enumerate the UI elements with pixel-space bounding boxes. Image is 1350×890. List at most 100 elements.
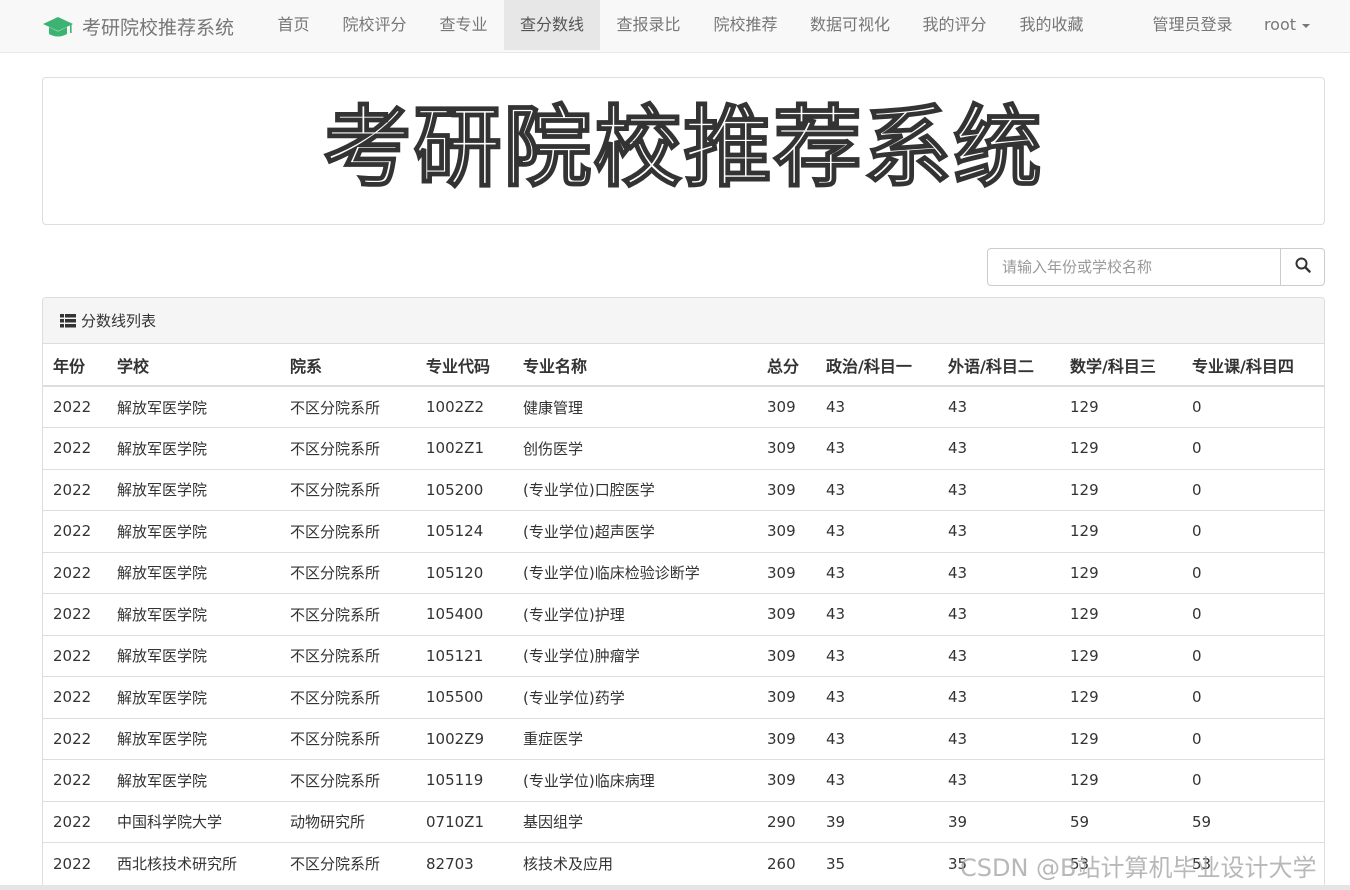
column-header: 院系 [280,344,416,387]
list-icon [60,313,76,328]
table-cell: 动物研究所 [280,800,416,843]
table-cell: 105124 [416,510,513,552]
table-cell: 105400 [416,593,513,635]
table-cell: 129 [1060,634,1182,677]
table-cell: 39 [816,800,938,843]
column-header: 年份 [43,344,107,387]
table-cell: 43 [938,676,1060,718]
table-row: 2022 解放军医学院 不区分院系所 105400 (专业学位)护理 309 43 43 129… [43,593,1324,635]
table-cell: 129 [1060,717,1182,760]
table-cell: 不区分院系所 [280,842,416,884]
table-row: 2022 解放军医学院 不区分院系所 105119 (专业学位)临床病理 309 43 43 1… [43,759,1324,801]
table-cell: 1002Z2 [416,385,513,428]
table-cell: 解放军医学院 [107,717,280,760]
table-cell: 2022 [43,468,107,511]
brand-link[interactable]: 考研院校推荐系统 [42,0,234,53]
table-row: 2022 解放军医学院 不区分院系所 105200 (专业学位)口腔医学 309 43 43 1… [43,468,1324,511]
table-cell: (专业学位)口腔医学 [513,468,757,511]
table-cell: 解放军医学院 [107,759,280,801]
table-cell: 129 [1060,676,1182,718]
search-button[interactable] [1280,248,1325,286]
score-line-panel: 分数线列表 年份 学校 院系 专业代码 专业名称 总分 政治/科目一 外语/科目二 数学/科目三… [42,297,1325,890]
table-cell: 105121 [416,634,513,677]
nav-item-home[interactable]: 首页 [261,0,326,50]
table-cell: 0710Z1 [416,800,513,843]
column-header: 政治/科目一 [816,344,938,387]
table-row: 2022 解放军医学院 不区分院系所 105124 (专业学位)超声医学 309 43 43 1… [43,510,1324,552]
nav-item-school-recommend[interactable]: 院校推荐 [697,0,794,50]
nav-item-my-favorites[interactable]: 我的收藏 [1003,0,1100,50]
nav-item-admission-ratio[interactable]: 查报录比 [600,0,697,50]
table-cell: 0 [1182,510,1324,552]
table-body: 2022 解放军医学院 不区分院系所 1002Z2 健康管理 309 43 43 129 0 202… [43,385,1324,884]
table-cell: (专业学位)临床检验诊断学 [513,551,757,594]
table-cell: 43 [938,468,1060,511]
table-cell: 解放军医学院 [107,427,280,469]
table-cell: 105120 [416,551,513,594]
table-cell: 129 [1060,427,1182,469]
table-cell: 2022 [43,800,107,843]
table-cell: 0 [1182,634,1324,677]
user-dropdown[interactable]: root [1249,0,1325,50]
table-cell: 0 [1182,676,1324,718]
table-cell: 解放军医学院 [107,385,280,428]
table-cell: 43 [816,385,938,428]
table-cell: 129 [1060,468,1182,511]
table-cell: 2022 [43,593,107,635]
table-cell: 59 [1182,800,1324,843]
table-cell: 2022 [43,385,107,428]
table-cell: 2022 [43,551,107,594]
table-cell: 309 [757,385,816,428]
table-cell: 290 [757,800,816,843]
table-cell: 0 [1182,759,1324,801]
table-cell: 43 [938,593,1060,635]
table-row: 2022 中国科学院大学 动物研究所 0710Z1 基因组学 290 39 39 59 59 [43,800,1324,843]
table-cell: 309 [757,551,816,594]
table-cell: 43 [816,510,938,552]
table-cell: 43 [816,427,938,469]
banner-title: 考研院校推荐系统 [322,95,1044,200]
table-cell: 不区分院系所 [280,468,416,511]
table-cell: 309 [757,510,816,552]
nav-item-data-visualization[interactable]: 数据可视化 [794,0,906,50]
table-row: 2022 解放军医学院 不区分院系所 105120 (专业学位)临床检验诊断学 309 43… [43,551,1324,594]
table-cell: 43 [938,385,1060,428]
table-row: 2022 解放军医学院 不区分院系所 1002Z9 重症医学 309 43 43 129 0 [43,717,1324,760]
table-cell: 基因组学 [513,800,757,843]
admin-login-link[interactable]: 管理员登录 [1136,0,1249,50]
column-header: 外语/科目二 [938,344,1060,387]
table-row: 2022 解放军医学院 不区分院系所 105500 (专业学位)药学 309 43 43 129… [43,676,1324,718]
watermark-text: CSDN @B站计算机毕业设计大学 [960,854,1317,882]
table-cell: (专业学位)护理 [513,593,757,635]
table-cell: 43 [816,717,938,760]
nav-item-score-line[interactable]: 查分数线 [504,0,600,50]
search-input[interactable] [987,248,1281,286]
table-cell: 0 [1182,385,1324,428]
nav-item-major-search[interactable]: 查专业 [423,0,504,50]
table-cell: 0 [1182,468,1324,511]
column-header: 专业代码 [416,344,513,387]
table-cell: 129 [1060,759,1182,801]
table-cell: 解放军医学院 [107,468,280,511]
table-cell: 不区分院系所 [280,551,416,594]
table-cell: 1002Z1 [416,427,513,469]
top-navbar: 考研院校推荐系统 首页 院校评分 查专业 查分数线 查报录比 院校推荐 数据可视… [0,0,1350,53]
table-cell: 不区分院系所 [280,676,416,718]
nav-item-my-ratings[interactable]: 我的评分 [906,0,1003,50]
table-cell: 105500 [416,676,513,718]
horizontal-scrollbar[interactable] [0,885,1350,890]
nav-item-school-rating[interactable]: 院校评分 [326,0,423,50]
banner-jumbotron: 考研院校推荐系统 [42,77,1325,225]
table-cell: 2022 [43,676,107,718]
table-cell: 解放军医学院 [107,634,280,677]
table-cell: 0 [1182,717,1324,760]
caret-down-icon [1302,23,1311,28]
table-header-row: 年份 学校 院系 专业代码 专业名称 总分 政治/科目一 外语/科目二 数学/科目三 专业课/科目… [43,344,1324,387]
table-cell: 43 [938,759,1060,801]
table-cell: 不区分院系所 [280,593,416,635]
table-cell: 43 [816,468,938,511]
column-header: 数学/科目三 [1060,344,1182,387]
table-cell: 不区分院系所 [280,759,416,801]
column-header: 专业名称 [513,344,757,387]
table-cell: 309 [757,468,816,511]
